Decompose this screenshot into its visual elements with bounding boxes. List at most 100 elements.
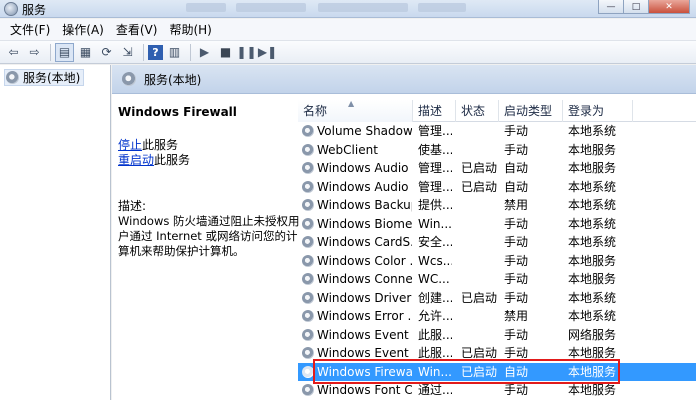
tree-pane: 服务(本地) (0, 65, 111, 400)
blurred-taskbar-text (186, 3, 226, 12)
restart-icon[interactable]: ▶❚ (258, 43, 277, 62)
refresh-icon[interactable]: ⟳ (97, 43, 116, 62)
stop-service-action: 停止此服务 (118, 138, 298, 153)
description-label: 描述: (118, 199, 147, 213)
service-status: 已启动 (461, 179, 498, 194)
description-text: Windows 防火墙通过阻止未授权用户通过 Internet 或网络访问您的计… (118, 214, 300, 258)
main-pane: 服务(本地) Windows Firewall 停止此服务 重启动此服务 描述:… (112, 65, 696, 400)
table-row[interactable]: Windows Event ... 此服... 手动 网络服务 (298, 326, 696, 345)
service-name: WebClient (317, 142, 378, 157)
column-status[interactable]: 状态 (456, 100, 499, 122)
help-icon[interactable]: ? (148, 44, 163, 60)
service-gear-icon (302, 328, 314, 341)
service-gear-icon (302, 291, 314, 304)
menu-view[interactable]: 查看(V) (110, 21, 164, 38)
service-logon-as: 本地系统 (568, 290, 617, 305)
table-row[interactable]: Windows Color ... Wcs... 手动 本地服务 (298, 252, 696, 271)
table-row[interactable]: Windows Font C... 通过... 手动 本地服务 (298, 381, 696, 400)
service-status: 已启动 (461, 364, 498, 379)
service-description: 安全... (418, 235, 452, 249)
services-app-icon (4, 2, 18, 16)
service-gear-icon (302, 365, 314, 378)
service-name: Windows Event ... (317, 346, 412, 360)
service-gear-icon (302, 199, 314, 211)
stop-icon[interactable]: ■ (216, 43, 235, 62)
service-startup-type: 手动 (504, 272, 529, 286)
service-status: 已启动 (461, 346, 498, 360)
maximize-button[interactable]: □ (623, 0, 649, 14)
service-gear-icon (302, 162, 314, 174)
column-startup-type-label: 启动类型 (504, 104, 553, 118)
console-icon[interactable]: ▥ (165, 43, 184, 62)
toolbar: ⇦ ⇨ ▤ ▦ ⟳ ⇲ ? ▥ ▶ ■ ❚❚ ▶❚ (0, 41, 696, 64)
column-name[interactable]: ▲ 名称 (298, 100, 413, 122)
column-logon-as[interactable]: 登录为 (563, 100, 633, 122)
table-row[interactable]: Windows Biome... Win... 手动 本地系统 (298, 215, 696, 234)
table-row[interactable]: Volume Shadow... 管理... 手动 本地系统 (298, 122, 696, 141)
minimize-button[interactable]: — (598, 0, 624, 14)
service-logon-as: 本地服务 (568, 142, 617, 157)
blurred-taskbar-text (236, 3, 306, 12)
menu-action[interactable]: 操作(A) (56, 21, 110, 38)
service-name: Volume Shadow... (317, 124, 412, 138)
table-row[interactable]: Windows CardS... 安全... 手动 本地系统 (298, 233, 696, 252)
service-startup-type: 手动 (504, 216, 529, 231)
pause-icon[interactable]: ❚❚ (236, 43, 256, 62)
service-description: Wcs... (418, 253, 452, 268)
service-startup-type: 禁用 (504, 198, 529, 212)
table-row[interactable]: Windows Backup 提供... 禁用 本地系统 (298, 196, 696, 215)
column-description[interactable]: 描述 (413, 100, 456, 122)
restart-service-action: 重启动此服务 (118, 153, 298, 168)
properties-icon[interactable]: ▦ (76, 43, 95, 62)
table-row[interactable]: Windows Driver ... 创建... 已启动手动 本地系统 (298, 289, 696, 308)
stop-link[interactable]: 停止 (118, 138, 142, 152)
service-logon-as: 本地服务 (568, 161, 617, 175)
menu-help[interactable]: 帮助(H) (163, 21, 217, 38)
list-rows: Volume Shadow...管理...手动本地系统WebClient使基..… (298, 122, 696, 400)
service-name: Windows CardS... (317, 235, 412, 249)
table-row[interactable]: Windows Error ... 允许... 禁用 本地系统 (298, 307, 696, 326)
service-startup-type: 手动 (504, 124, 529, 138)
toolbar-separator (190, 43, 191, 61)
service-name: Windows Firewall (317, 364, 412, 379)
service-gear-icon (302, 125, 314, 137)
main-header: 服务(本地) (112, 65, 696, 94)
service-description: WC... (418, 272, 450, 286)
show-tree-icon[interactable]: ▤ (55, 42, 74, 62)
service-startup-type: 手动 (504, 142, 529, 157)
service-description: 此服... (418, 327, 452, 342)
title-bar: 服务 — □ ✕ (0, 0, 696, 18)
service-gear-icon (302, 143, 314, 156)
forward-icon[interactable]: ⇨ (25, 43, 44, 62)
service-description: 此服... (418, 346, 452, 360)
service-description: 提供... (418, 198, 452, 212)
service-description: 创建... (418, 290, 452, 305)
service-name: Windows Error ... (317, 309, 412, 323)
back-icon[interactable]: ⇦ (4, 43, 23, 62)
table-row[interactable]: Windows Audio 管理... 已启动 自动 本地服务 (298, 159, 696, 178)
service-name: Windows Audio ... (317, 179, 412, 194)
menu-bar: 文件(F) 操作(A) 查看(V) 帮助(H) (0, 19, 696, 41)
column-startup-type[interactable]: 启动类型 (499, 100, 563, 122)
restart-link[interactable]: 重启动 (118, 153, 154, 167)
table-row[interactable]: Windows Conne... WC... 手动 本地服务 (298, 270, 696, 289)
column-status-label: 状态 (461, 104, 486, 118)
table-row[interactable]: WebClient 使基... 手动 本地服务 (298, 141, 696, 160)
service-status: 已启动 (461, 161, 498, 175)
column-name-label: 名称 (303, 104, 328, 118)
export-icon[interactable]: ⇲ (118, 43, 137, 62)
start-icon[interactable]: ▶ (195, 43, 214, 62)
close-button[interactable]: ✕ (648, 0, 690, 14)
table-row[interactable]: Windows Event ... 此服... 已启动手动 本地服务 (298, 344, 696, 363)
service-name: Windows Conne... (317, 272, 412, 286)
selected-service-name: Windows Firewall (118, 105, 237, 119)
tree-item-services-local[interactable]: 服务(本地) (4, 69, 85, 86)
table-row[interactable]: Windows Audio ... 管理... 已启动自动 本地系统 (298, 178, 696, 197)
table-row[interactable]: Windows Firewall Win... 已启动 自动 本地服务 (298, 362, 696, 381)
service-logon-as: 本地系统 (568, 235, 617, 249)
toolbar-separator (143, 43, 144, 61)
service-logon-as: 网络服务 (568, 327, 617, 342)
menu-file[interactable]: 文件(F) (4, 21, 56, 38)
blurred-taskbar-text (318, 3, 408, 12)
service-startup-type: 手动 (504, 253, 529, 268)
